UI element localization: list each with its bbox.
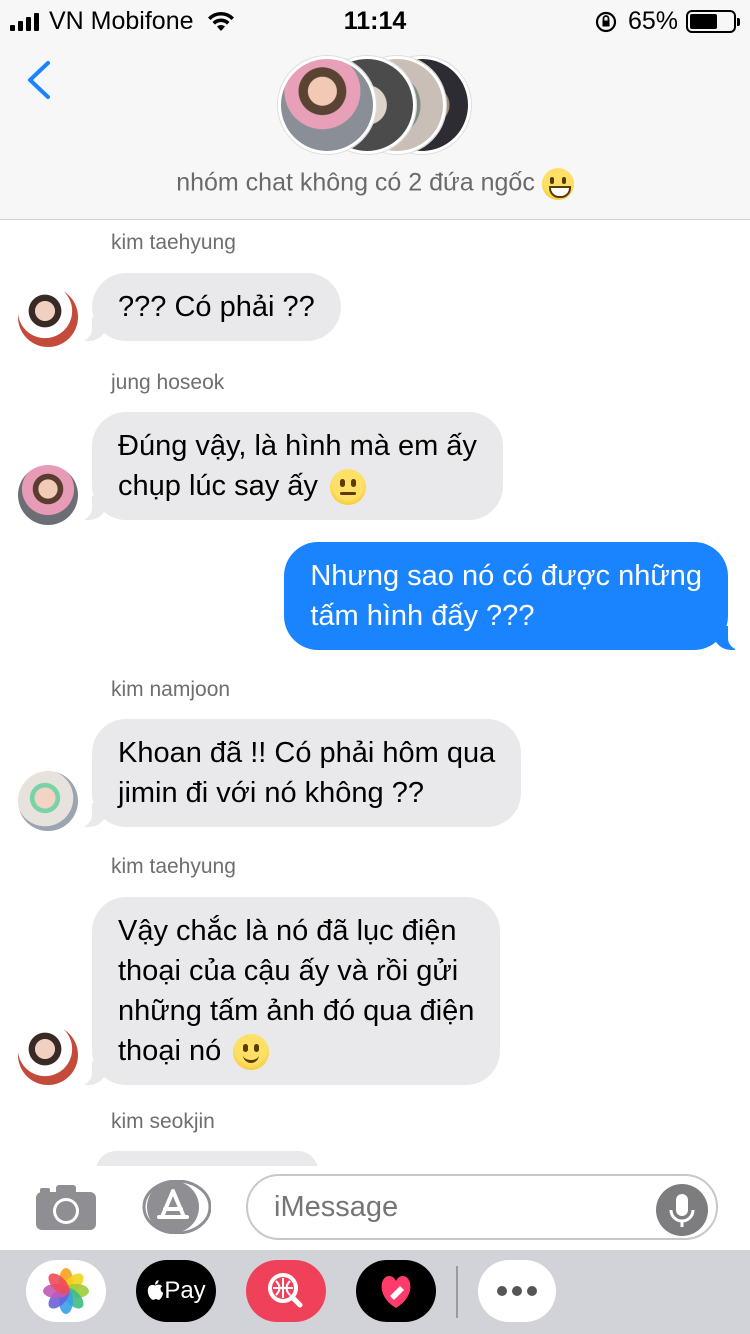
drawer-divider	[456, 1266, 458, 1318]
compose-bar	[0, 1166, 750, 1250]
microphone-button[interactable]	[656, 1184, 708, 1236]
app-drawer: Pay	[0, 1250, 750, 1334]
slightly-smiling-emoji-icon	[233, 1034, 270, 1071]
rotation-lock-icon	[595, 11, 617, 32]
message-text: Đúng vậy, là hình mà em ấy	[118, 430, 477, 462]
message-text: thoại của cậu ấy và rồi gửi	[118, 955, 459, 987]
microphone-icon	[669, 1194, 695, 1227]
search-images-app-button[interactable]	[246, 1260, 326, 1322]
group-name[interactable]: nhóm chat không có 2 đứa ngốc	[0, 168, 750, 200]
avatar	[278, 56, 376, 154]
avatar[interactable]	[18, 771, 78, 831]
message-text: Vậy chắc là nó đã lục điện	[118, 915, 457, 947]
message-text: thoại nó	[118, 1035, 222, 1067]
back-chevron-icon[interactable]	[22, 60, 56, 100]
group-avatars[interactable]	[278, 56, 478, 156]
conversation-header: nhóm chat không có 2 đứa ngốc	[0, 40, 750, 220]
apple-pay-button[interactable]: Pay	[136, 1260, 216, 1322]
more-apps-button[interactable]	[478, 1260, 556, 1322]
status-right: 65%	[594, 7, 740, 36]
sender-name: kim taehyung	[111, 855, 236, 878]
search-images-icon	[268, 1273, 303, 1308]
camera-icon[interactable]	[34, 1182, 98, 1232]
neutral-face-emoji-icon	[329, 469, 366, 506]
message-text: Nhưng sao nó có được những	[310, 560, 702, 592]
message-input[interactable]	[246, 1174, 718, 1240]
more-icon	[497, 1286, 537, 1296]
avatar[interactable]	[18, 465, 78, 525]
message-bubble[interactable]: Khoan đã !! Có phải hôm qua jimin đi với…	[79, 719, 522, 827]
sender-name: kim taehyung	[111, 231, 236, 254]
battery-fill	[690, 14, 718, 29]
sender-name: kim namjoon	[111, 678, 231, 701]
message-bubble[interactable]	[96, 1151, 318, 1166]
battery-percent: 65%	[627, 7, 678, 35]
message-text: chụp lúc say ấy	[118, 470, 318, 502]
message-bubble-outgoing[interactable]: Nhưng sao nó có được những tấm hình đấy …	[284, 542, 740, 650]
avatar[interactable]	[18, 287, 78, 347]
avatar[interactable]	[18, 1025, 78, 1085]
message-text: Khoan đã !! Có phải hôm qua	[118, 737, 496, 769]
photos-app-button[interactable]	[26, 1260, 106, 1322]
sender-name: jung hoseok	[111, 371, 225, 394]
battery-icon	[686, 10, 740, 33]
apple-icon	[148, 1280, 164, 1300]
grinning-emoji-icon	[541, 168, 574, 200]
digital-touch-icon	[381, 1276, 411, 1308]
app-store-icon[interactable]	[141, 1180, 211, 1234]
status-bar: VN Mobifone 11:14 65%	[0, 0, 750, 40]
digital-touch-app-button[interactable]	[356, 1260, 436, 1322]
message-text: ??? Có phải ??	[118, 291, 315, 323]
message-bubble[interactable]: Vậy chắc là nó đã lục điện thoại của cậu…	[79, 897, 501, 1085]
message-text: jimin đi với nó không ??	[118, 777, 424, 809]
message-text: những tấm ảnh đó qua điện	[118, 995, 475, 1027]
message-text: tấm hình đấy ???	[310, 600, 535, 632]
sender-name: kim seokjin	[111, 1110, 215, 1133]
message-bubble[interactable]: Đúng vậy, là hình mà em ấy chụp lúc say …	[80, 412, 503, 520]
message-bubble[interactable]: ??? Có phải ??	[80, 273, 341, 341]
message-list[interactable]: kim taehyung ??? Có phải ?? jung hoseok …	[0, 221, 750, 1166]
photos-icon	[43, 1268, 89, 1314]
group-name-text: nhóm chat không có 2 đứa ngốc	[176, 168, 535, 197]
apple-pay-label: Pay	[164, 1277, 206, 1304]
